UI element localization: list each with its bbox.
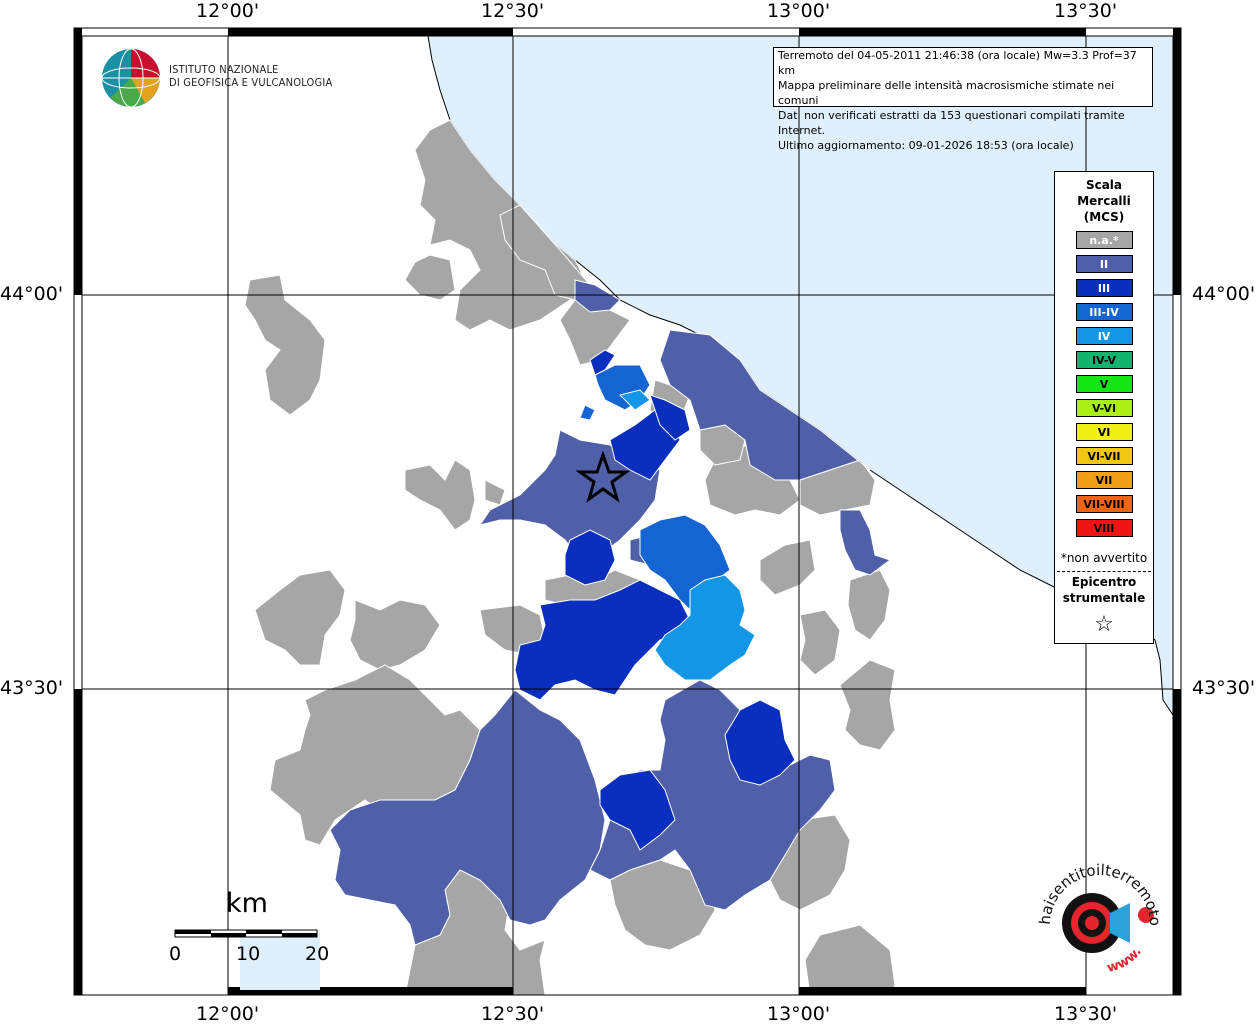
- lon-tick-top-1: 12°00': [196, 0, 260, 22]
- mcs-legend: Scala Mercalli (MCS) n.a.* II III III-IV IV I…: [1054, 171, 1154, 644]
- event-info-box: Terremoto del 04-05-2011 21:46:38 (ora l…: [773, 47, 1153, 152]
- ingv-globe-icon: [101, 48, 161, 108]
- lon-tick-bottom-1: 12°00': [196, 1003, 260, 1025]
- lat-tick-left-1: 44°00': [0, 283, 64, 305]
- legend-swatch: II: [1075, 255, 1133, 273]
- legend-swatch: V-VI: [1075, 399, 1133, 417]
- legend-title-line-1: Scala: [1085, 178, 1123, 192]
- legend-swatch: VI: [1075, 423, 1133, 441]
- info-line-4: Ultimo aggiornamento: 09-01-2026 18:53 (…: [778, 139, 1074, 152]
- svg-text:www.: www.: [1105, 945, 1144, 976]
- legend-swatch: n.a.*: [1075, 231, 1133, 249]
- info-line-1: Terremoto del 04-05-2011 21:46:38 (ora l…: [778, 49, 1137, 77]
- legend-epicentro: Epicentro strumentale: [1055, 574, 1153, 606]
- scale-label-20: 20: [305, 943, 330, 965]
- legend-swatch: IV: [1075, 327, 1133, 345]
- legend-swatch: IV-V: [1075, 351, 1133, 369]
- legend-title: Scala Mercalli (MCS): [1055, 177, 1153, 225]
- legend-swatch: V: [1075, 375, 1133, 393]
- lat-tick-left-2: 43°30': [0, 677, 64, 699]
- legend-non-avvertito: *non avvertito: [1060, 551, 1148, 565]
- legend-items: n.a.* II III III-IV IV IV-V V V-VI VI VI-VII VII VI…: [1055, 231, 1153, 537]
- logo-line-1: ISTITUTO NAZIONALE: [169, 63, 279, 76]
- lon-tick-top-3: 13°00': [767, 0, 831, 22]
- legend-swatch: VIII: [1075, 519, 1133, 537]
- lat-tick-right-2: 43°30': [1192, 677, 1256, 699]
- legend-epicentro-line-2: strumentale: [1062, 591, 1146, 605]
- lon-tick-bottom-3: 13°00': [767, 1003, 831, 1025]
- legend-swatch: VI-VII: [1075, 447, 1133, 465]
- legend-swatch: III-IV: [1075, 303, 1133, 321]
- lon-tick-top-2: 12°30': [481, 0, 545, 22]
- ingv-logo-text: ISTITUTO NAZIONALE DI GEOFISICA E VULCAN…: [169, 63, 332, 89]
- legend-separator: [1057, 571, 1151, 572]
- lon-tick-top-4: 13°30': [1054, 0, 1118, 22]
- lat-tick-right-1: 44°00': [1192, 283, 1256, 305]
- legend-title-line-3: (MCS): [1083, 210, 1125, 224]
- legend-epicentro-line-1: Epicentro: [1071, 575, 1137, 589]
- legend-title-line-2: Mercalli: [1077, 194, 1131, 208]
- scale-label-10: 10: [236, 943, 261, 965]
- legend-star-icon: ☆: [1094, 612, 1114, 637]
- haisentito-logo: haisentitoilterremoto.it www.: [1030, 855, 1164, 976]
- legend-swatch: III: [1075, 279, 1133, 297]
- brand-www-text: www.: [1105, 945, 1144, 976]
- scale-label-0: 0: [169, 943, 182, 965]
- scale-unit: km: [226, 888, 268, 919]
- info-line-2: Mappa preliminare delle intensità macros…: [778, 79, 1115, 107]
- lon-tick-bottom-4: 13°30': [1054, 1003, 1118, 1025]
- info-line-3: Dati non verificati estratti da 153 ques…: [778, 109, 1125, 137]
- legend-swatch: VII: [1075, 471, 1133, 489]
- logo-line-2: DI GEOFISICA E VULCANOLOGIA: [169, 76, 333, 89]
- legend-swatch: VII-VIII: [1075, 495, 1133, 513]
- lon-tick-bottom-2: 12°30': [481, 1003, 545, 1025]
